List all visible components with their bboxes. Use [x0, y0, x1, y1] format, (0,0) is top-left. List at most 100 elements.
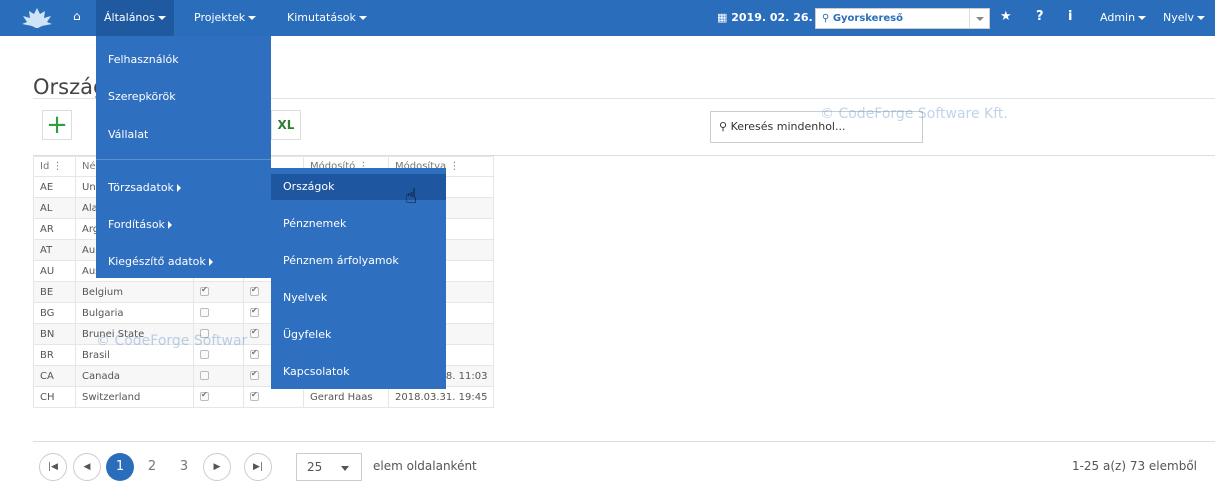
next-page-button[interactable]: ▶	[203, 453, 231, 481]
menu-general[interactable]: Általános	[96, 0, 174, 36]
checkbox-icon	[250, 285, 259, 296]
cell-name: Bulgaria	[75, 302, 194, 324]
cell-id: BR	[33, 344, 76, 366]
menu-item-translations[interactable]: Fordítások	[96, 212, 271, 238]
add-button[interactable]: +	[42, 110, 72, 140]
date-text: 2019. 02. 26.	[731, 11, 813, 24]
menu-general-label: Általános	[104, 11, 155, 24]
cell-id: AT	[33, 239, 76, 261]
top-navbar: ⌂ Általános Projektek Kimutatások ▦ 2019…	[0, 0, 1215, 36]
caret-down-icon	[1138, 16, 1147, 20]
menu-projects[interactable]: Projektek	[186, 0, 264, 36]
quick-search-select[interactable]: ⚲ Gyorskereső	[815, 8, 990, 29]
watermark-2: © CodeForge Softwar	[96, 333, 248, 349]
cell-check1	[193, 281, 244, 303]
cell-modified: 2018.03.31. 19:45	[387, 386, 495, 408]
per-page-select[interactable]: 25	[296, 453, 362, 481]
checkbox-icon	[250, 369, 259, 380]
page-1-button[interactable]: 1	[106, 453, 134, 481]
general-dropdown-menu: Felhasználók Szerepkörök Vállalat Törzsa…	[96, 36, 271, 278]
watermark: © CodeForge Software Kft.	[820, 106, 1008, 122]
last-page-button[interactable]: ▶|	[244, 453, 272, 481]
page-info: 1-25 a(z) 73 elemből	[1071, 459, 1197, 473]
prev-page-button[interactable]: ◀	[73, 453, 101, 481]
per-page-value: 25	[307, 460, 323, 474]
caret-down-icon	[157, 16, 166, 20]
checkbox-icon	[250, 348, 259, 359]
admin-label: Admin	[1100, 11, 1136, 24]
menu-reports-label: Kimutatások	[287, 11, 356, 24]
home-icon[interactable]: ⌂	[73, 9, 81, 23]
menu-projects-label: Projektek	[194, 11, 246, 24]
cell-id: BE	[33, 281, 76, 303]
cell-check1	[193, 365, 244, 387]
favorites-star-icon[interactable]: ★	[1000, 0, 1012, 34]
quick-search-label: Gyorskereső	[832, 13, 903, 24]
cell-check2	[243, 386, 304, 408]
cell-id: BN	[33, 323, 76, 345]
checkbox-icon	[200, 350, 209, 359]
caret-right-icon	[167, 221, 172, 229]
checkbox-icon	[200, 285, 209, 296]
hand-pointer-icon: ☝	[405, 184, 418, 208]
cell-check1	[193, 302, 244, 324]
menu-item-additional-data[interactable]: Kiegészítő adatok	[96, 249, 271, 275]
menu-item-countries[interactable]: Országok	[271, 174, 446, 200]
checkbox-icon	[200, 390, 209, 401]
table-row[interactable]: CHSwitzerland Gerard Haas2018.03.31. 19:4…	[33, 386, 495, 408]
menu-item-company[interactable]: Vállalat	[96, 122, 271, 148]
cell-check1	[193, 386, 244, 408]
checkbox-icon	[200, 371, 209, 380]
info-icon[interactable]: i	[1068, 0, 1072, 34]
cell-id: AR	[33, 218, 76, 240]
menu-item-exchange-rates[interactable]: Pénznem árfolyamok	[271, 248, 446, 274]
page-2-button[interactable]: 2	[138, 453, 166, 481]
menu-item-customers[interactable]: Ügyfelek	[271, 322, 446, 348]
per-page-label: elem oldalanként	[373, 459, 477, 473]
maple-leaf-logo-icon[interactable]	[20, 6, 54, 30]
checkbox-icon	[250, 306, 259, 317]
search-icon: ⚲	[822, 13, 830, 24]
page-3-button[interactable]: 3	[170, 453, 198, 481]
checkbox-icon	[200, 308, 209, 317]
col-name-label: Né	[82, 161, 96, 172]
menu-item-additional-data-label: Kiegészítő adatok	[108, 255, 206, 268]
admin-menu[interactable]: Admin	[1092, 0, 1154, 36]
menu-item-translations-label: Fordítások	[108, 218, 165, 231]
menu-item-languages[interactable]: Nyelvek	[271, 285, 446, 311]
cell-name: Belgium	[75, 281, 194, 303]
menu-item-master-data-label: Törzsadatok	[108, 181, 174, 194]
menu-item-users[interactable]: Felhasználók	[96, 47, 271, 73]
cell-modifier: Gerard Haas	[303, 386, 389, 408]
language-label: Nyelv	[1163, 11, 1195, 24]
menu-item-master-data[interactable]: Törzsadatok	[96, 175, 271, 201]
caret-down-icon	[358, 16, 367, 20]
menu-item-roles[interactable]: Szerepkörök	[96, 84, 271, 110]
caret-down-icon	[1197, 16, 1206, 20]
caret-right-icon	[176, 184, 181, 192]
col-id-label: Id	[40, 161, 50, 172]
current-date: ▦ 2019. 02. 26.	[717, 0, 813, 36]
caret-right-icon	[208, 258, 213, 266]
search-icon: ⚲	[719, 120, 728, 133]
caret-down-icon	[248, 16, 257, 20]
pager: |◀ ◀ 1 2 3 ▶ ▶| 25 elem oldalanként 1-25…	[33, 441, 1215, 485]
help-icon[interactable]: ?	[1036, 0, 1044, 34]
cell-name: Switzerland	[75, 386, 194, 408]
excel-export-icon[interactable]: XL	[271, 110, 301, 140]
menu-item-contacts[interactable]: Kapcsolatok	[271, 359, 446, 385]
master-data-submenu: Országok Pénznemek Pénznem árfolyamok Ny…	[271, 168, 446, 389]
cell-id: AE	[33, 176, 76, 198]
checkbox-icon	[250, 327, 259, 338]
menu-item-currencies[interactable]: Pénznemek	[271, 211, 446, 237]
first-page-button[interactable]: |◀	[39, 453, 67, 481]
col-id[interactable]: Id ⋮	[33, 156, 76, 177]
calendar-icon: ▦	[717, 11, 728, 24]
chevron-down-icon	[341, 466, 349, 471]
menu-reports[interactable]: Kimutatások	[279, 0, 375, 36]
language-menu[interactable]: Nyelv	[1155, 0, 1213, 36]
cell-id: CA	[33, 365, 76, 387]
checkbox-icon	[250, 390, 259, 401]
chevron-down-icon[interactable]	[969, 9, 989, 28]
menu-divider	[96, 159, 271, 160]
